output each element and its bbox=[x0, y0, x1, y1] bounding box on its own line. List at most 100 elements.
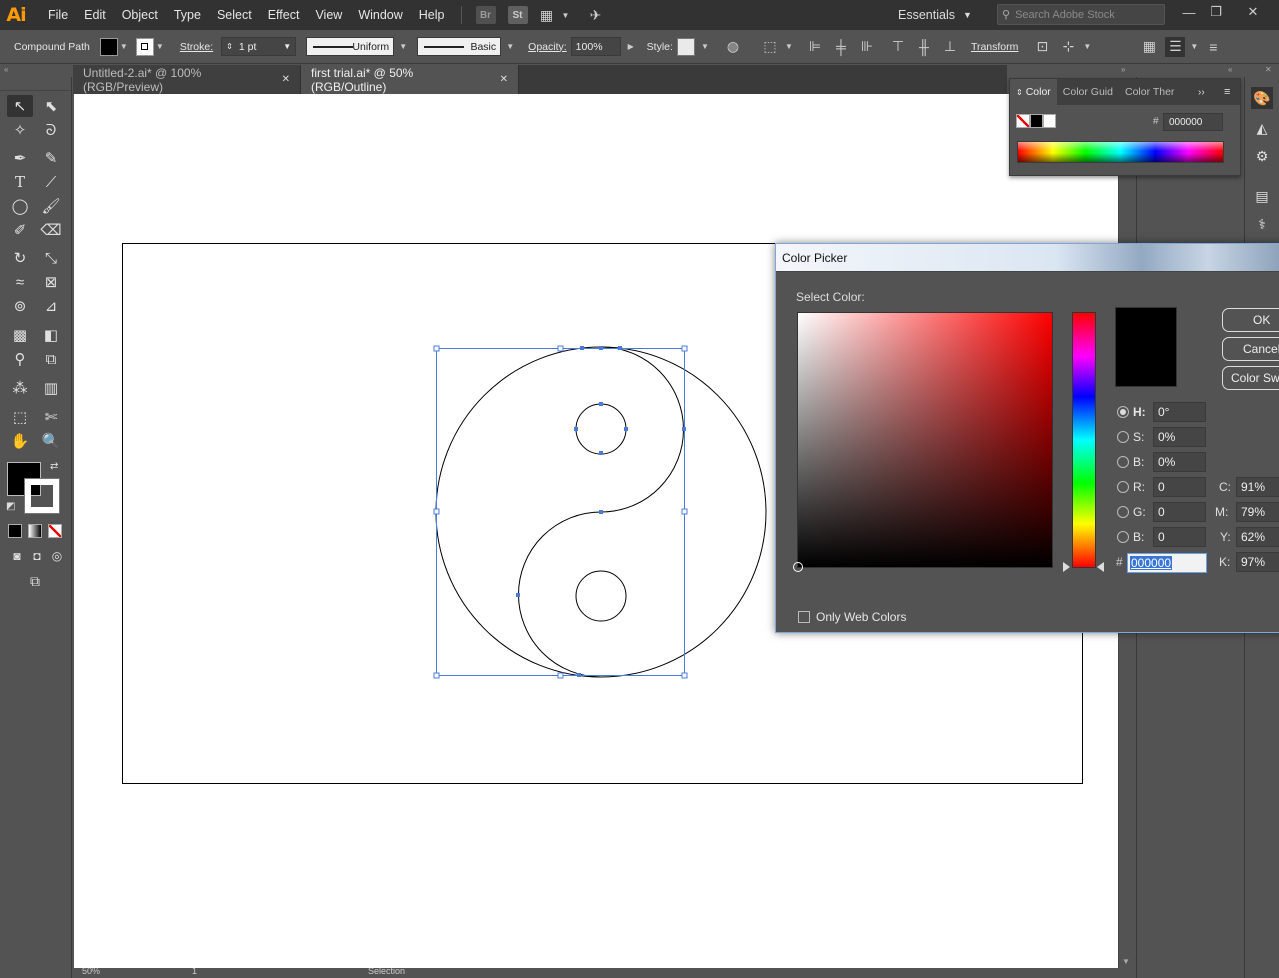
zoom-tool-icon[interactable]: 🔍 bbox=[38, 430, 64, 452]
artboard-tool-icon[interactable]: ⬚ bbox=[7, 406, 33, 428]
close-panel-icon[interactable]: ✕ bbox=[1265, 65, 1279, 75]
variable-width-profile[interactable]: Uniform bbox=[306, 37, 395, 56]
red-radio[interactable] bbox=[1117, 481, 1129, 493]
opacity-label[interactable]: Opacity: bbox=[528, 41, 567, 53]
brightness-input[interactable]: 0% bbox=[1153, 452, 1206, 472]
stroke-swatch[interactable] bbox=[135, 37, 154, 56]
align-to-icon[interactable]: ⬚ bbox=[760, 37, 780, 57]
blue-input[interactable]: 0 bbox=[1153, 527, 1206, 547]
width-tool-icon[interactable]: ≈ bbox=[7, 271, 33, 293]
minimize-icon[interactable]: — bbox=[1176, 0, 1202, 24]
paintbrush-tool-icon[interactable]: 🖌 bbox=[38, 195, 64, 217]
align-left-icon[interactable]: ⊫ bbox=[805, 37, 825, 57]
collapse-left-icon[interactable]: « bbox=[4, 65, 18, 75]
align-right-icon[interactable]: ⊪ bbox=[857, 37, 877, 57]
chevron-right-icon[interactable]: ▶ bbox=[625, 42, 637, 51]
transform-link[interactable]: Transform bbox=[971, 41, 1018, 53]
stock-search-input[interactable]: ⚲ Search Adobe Stock bbox=[997, 4, 1165, 25]
libraries-icon[interactable]: ▤ bbox=[1251, 185, 1273, 207]
color-marker[interactable] bbox=[793, 562, 803, 572]
gradient-tool-icon[interactable]: ◧ bbox=[38, 324, 64, 346]
chevron-down-icon[interactable]: ▼ bbox=[504, 42, 516, 51]
align-top-icon[interactable]: ⊤ bbox=[888, 37, 908, 57]
chevron-down-icon[interactable]: ▼ bbox=[783, 42, 795, 51]
tab-first-trial[interactable]: first trial.ai* @ 50% (RGB/Outline) ✕ bbox=[301, 65, 519, 94]
close-window-icon[interactable]: ✕ bbox=[1240, 0, 1266, 24]
properties-icon[interactable]: ⚕ bbox=[1251, 213, 1273, 235]
fill-swatch[interactable] bbox=[99, 37, 118, 56]
line-tool-icon[interactable]: ⟋ bbox=[38, 171, 64, 193]
lasso-tool-icon[interactable]: ᘐ bbox=[38, 119, 64, 141]
chevron-down-icon[interactable]: ▼ bbox=[1122, 957, 1130, 966]
color-guide-icon[interactable]: ◭ bbox=[1251, 117, 1273, 139]
saturation-radio[interactable] bbox=[1117, 431, 1129, 443]
panel-expand-icon[interactable]: ›› bbox=[1198, 87, 1205, 98]
chevron-down-icon[interactable]: ▼ bbox=[560, 11, 572, 20]
align-hcenter-icon[interactable]: ╪ bbox=[831, 37, 851, 57]
red-input[interactable]: 0 bbox=[1153, 477, 1206, 497]
shape-builder-tool-icon[interactable]: ⊚ bbox=[7, 295, 33, 317]
hue-slider[interactable] bbox=[1072, 312, 1096, 568]
black-key-input[interactable]: 97% bbox=[1236, 552, 1279, 572]
gradient-mode-icon[interactable] bbox=[28, 524, 42, 538]
expand-right-icon[interactable]: » bbox=[1121, 65, 1135, 75]
menu-edit[interactable]: Edit bbox=[76, 0, 114, 30]
tab-untitled-2[interactable]: Untitled-2.ai* @ 100% (RGB/Preview) ✕ bbox=[73, 65, 301, 94]
stroke-label[interactable]: Stroke: bbox=[180, 41, 213, 53]
hue-arrow-right-icon[interactable] bbox=[1097, 562, 1104, 572]
panel-menu-icon[interactable]: ≡ bbox=[1224, 86, 1230, 98]
isolate-icon[interactable]: ⊡ bbox=[1032, 37, 1052, 57]
menu-icon[interactable]: ≡ bbox=[1203, 37, 1223, 57]
mesh-tool-icon[interactable]: ▩ bbox=[7, 324, 33, 346]
menu-view[interactable]: View bbox=[307, 0, 350, 30]
blend-tool-icon[interactable]: ⧉ bbox=[38, 348, 64, 370]
color-swatches-button[interactable]: Color Swatches bbox=[1222, 366, 1279, 390]
color-themes-icon[interactable]: ⚙ bbox=[1251, 145, 1273, 167]
chevron-down-icon[interactable]: ▼ bbox=[397, 42, 409, 51]
align-vcenter-icon[interactable]: ╫ bbox=[914, 37, 934, 57]
arrange-documents-icon[interactable]: ▦ bbox=[537, 5, 557, 25]
ok-button[interactable]: OK bbox=[1222, 308, 1279, 332]
none-mode-icon[interactable] bbox=[48, 524, 62, 538]
color-panel-icon[interactable]: 🎨 bbox=[1251, 87, 1273, 109]
stock-button[interactable]: St bbox=[507, 6, 528, 24]
menu-select[interactable]: Select bbox=[209, 0, 260, 30]
green-radio[interactable] bbox=[1117, 506, 1129, 518]
only-web-colors-checkbox[interactable] bbox=[798, 611, 810, 623]
draw-inside-icon[interactable]: ◎ bbox=[44, 545, 70, 567]
chevron-down-icon[interactable]: ▼ bbox=[699, 42, 711, 51]
fill-color-mode-icon[interactable] bbox=[8, 524, 22, 538]
stroke-color-swatch[interactable] bbox=[24, 478, 60, 514]
chevron-down-icon[interactable]: ▼ bbox=[283, 42, 291, 51]
menu-type[interactable]: Type bbox=[166, 0, 209, 30]
yellow-input[interactable]: 62% bbox=[1236, 527, 1279, 547]
menu-object[interactable]: Object bbox=[114, 0, 166, 30]
color-spectrum[interactable] bbox=[1017, 141, 1224, 163]
chevron-down-icon[interactable]: ▼ bbox=[118, 42, 130, 51]
magenta-input[interactable]: 79% bbox=[1236, 502, 1279, 522]
symbol-sprayer-tool-icon[interactable]: ⁂ bbox=[7, 377, 33, 399]
swap-fill-stroke-icon[interactable]: ⇄ bbox=[50, 461, 58, 472]
direct-selection-tool-icon[interactable]: ⬉ bbox=[38, 95, 64, 117]
slice-tool-icon[interactable]: ✄ bbox=[38, 406, 64, 428]
recolor-artwork-icon[interactable]: ◍ bbox=[723, 37, 743, 57]
type-tool-icon[interactable]: T bbox=[7, 171, 33, 193]
hue-input[interactable]: 0° bbox=[1153, 402, 1206, 422]
bridge-button[interactable]: Br bbox=[475, 6, 496, 24]
grid-view-icon[interactable]: ▦ bbox=[1139, 37, 1159, 57]
graphic-style-swatch[interactable] bbox=[676, 37, 695, 56]
stroke-weight-field[interactable]: ⇕ 1 pt ▼ bbox=[221, 37, 297, 56]
default-fill-stroke-icon[interactable]: ◩ bbox=[6, 501, 15, 512]
blue-radio[interactable] bbox=[1117, 531, 1129, 543]
opacity-field[interactable]: 100% bbox=[570, 37, 621, 56]
black-swatch[interactable] bbox=[1030, 114, 1043, 128]
collapse-right-icon[interactable]: « bbox=[1228, 65, 1242, 75]
hue-radio[interactable] bbox=[1117, 406, 1129, 418]
gpu-performance-icon[interactable]: ✈ bbox=[586, 5, 606, 25]
graph-tool-icon[interactable]: ▥ bbox=[38, 377, 64, 399]
cyan-input[interactable]: 91% bbox=[1236, 477, 1279, 497]
saturation-brightness-field[interactable] bbox=[793, 312, 1053, 572]
dialog-title-bar[interactable]: Color Picker bbox=[776, 244, 1279, 271]
stepper-icon[interactable]: ⇕ bbox=[226, 42, 233, 51]
menu-window[interactable]: Window bbox=[350, 0, 410, 30]
